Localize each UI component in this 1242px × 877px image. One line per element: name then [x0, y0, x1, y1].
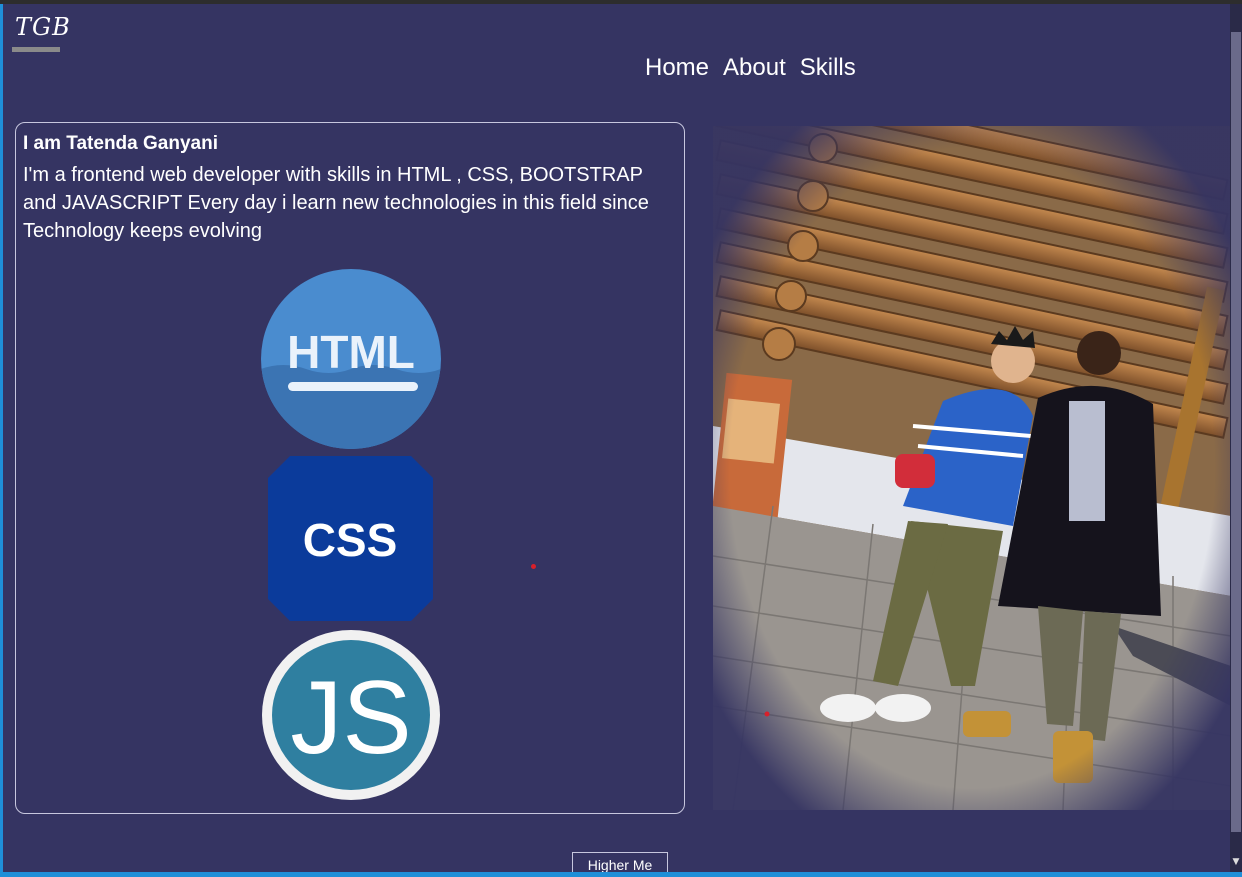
logo-underline	[12, 47, 60, 52]
html-icon-label: HTML	[287, 326, 415, 378]
nav-skills-link[interactable]: Skills	[800, 54, 856, 82]
photo-dot	[764, 711, 770, 717]
app-window: TGB Home About Skills I am Tatenda Ganya…	[0, 4, 1242, 877]
nav-about-link[interactable]: About	[723, 54, 786, 82]
intro-name: I am Tatenda Ganyani	[23, 133, 218, 154]
scroll-down-arrow-icon[interactable]: ▼	[1230, 856, 1242, 868]
css-icon-label: CSS	[303, 514, 398, 566]
js-icon-label: JS	[290, 660, 411, 776]
profile-photo	[713, 126, 1231, 810]
nav-home-link[interactable]: Home	[645, 54, 709, 82]
site-logo[interactable]: TGB	[15, 13, 71, 41]
window-bottom-border	[0, 872, 1242, 877]
js-icon: JS	[262, 630, 440, 800]
html-icon: HTML	[261, 269, 441, 449]
css-icon: CSS	[268, 456, 433, 621]
about-card: I am Tatenda Ganyani I'm a frontend web …	[15, 122, 685, 814]
scrollbar[interactable]: ▼	[1230, 4, 1242, 872]
intro-bio: I'm a frontend web developer with skills…	[23, 164, 649, 242]
scrollbar-thumb[interactable]	[1231, 32, 1241, 832]
cursor-dot	[531, 564, 536, 569]
main-nav: Home About Skills	[645, 54, 856, 82]
